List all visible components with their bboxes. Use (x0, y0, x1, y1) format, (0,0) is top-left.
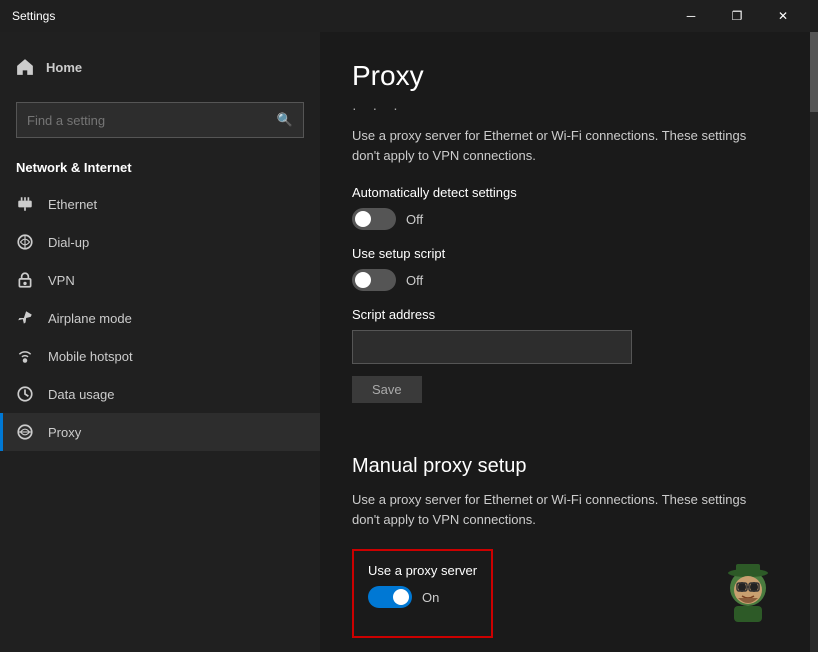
airplane-icon (16, 309, 34, 327)
auto-detect-label: Automatically detect settings (352, 185, 786, 200)
sidebar-item-proxy[interactable]: Proxy (0, 413, 320, 451)
close-button[interactable]: ✕ (760, 0, 806, 32)
airplane-label: Airplane mode (48, 311, 132, 326)
ethernet-icon (16, 195, 34, 213)
dialup-icon (16, 233, 34, 251)
sidebar-item-airplane[interactable]: Airplane mode (0, 299, 320, 337)
use-proxy-state: On (422, 590, 439, 605)
sidebar-item-home[interactable]: Home (16, 48, 304, 86)
script-address-input[interactable] (352, 330, 632, 364)
save-button[interactable]: Save (352, 376, 422, 403)
mascot-svg (714, 560, 782, 628)
sidebar-item-ethernet[interactable]: Ethernet (0, 185, 320, 223)
dialup-label: Dial-up (48, 235, 89, 250)
search-box[interactable]: 🔍 (16, 102, 304, 138)
proxy-highlight-box: Use a proxy server On (352, 549, 493, 638)
setup-script-toggle[interactable] (352, 269, 396, 291)
ethernet-label: Ethernet (48, 197, 97, 212)
title-bar: Settings ─ ❐ ✕ (0, 0, 818, 32)
use-proxy-knob (393, 589, 409, 605)
script-address-label: Script address (352, 307, 786, 322)
setup-script-knob (355, 272, 371, 288)
scrollbar-thumb[interactable] (810, 32, 818, 112)
setup-script-label: Use setup script (352, 246, 786, 261)
sidebar-item-vpn[interactable]: VPN (0, 261, 320, 299)
search-icon: 🔍 (277, 112, 293, 128)
sidebar: Home 🔍 Network & Internet Ethernet Dial-… (0, 32, 320, 652)
nav-section-label: Network & Internet (0, 154, 320, 185)
minimize-button[interactable]: ─ (668, 0, 714, 32)
use-proxy-label: Use a proxy server (368, 563, 477, 578)
vpn-label: VPN (48, 273, 75, 288)
sidebar-item-hotspot[interactable]: Mobile hotspot (0, 337, 320, 375)
manual-description: Use a proxy server for Ethernet or Wi-Fi… (352, 490, 772, 529)
use-proxy-toggle[interactable] (368, 586, 412, 608)
home-icon (16, 58, 34, 76)
section-dots: · · · (352, 100, 786, 116)
proxy-icon (16, 423, 34, 441)
page-title: Proxy (352, 60, 786, 92)
search-input[interactable] (27, 113, 269, 128)
auto-detect-state: Off (406, 212, 423, 227)
restore-button[interactable]: ❐ (714, 0, 760, 32)
main-panel: Proxy · · · Use a proxy server for Ether… (320, 32, 818, 652)
hotspot-icon (16, 347, 34, 365)
app-body: Home 🔍 Network & Internet Ethernet Dial-… (0, 32, 818, 652)
home-label: Home (46, 60, 82, 75)
sidebar-item-dialup[interactable]: Dial-up (0, 223, 320, 261)
mascot-image (714, 560, 782, 628)
auto-description: Use a proxy server for Ethernet or Wi-Fi… (352, 126, 772, 165)
window-controls: ─ ❐ ✕ (668, 0, 806, 32)
app-title: Settings (12, 9, 55, 23)
vpn-icon (16, 271, 34, 289)
scrollbar-track[interactable] (810, 32, 818, 652)
use-proxy-row: On (368, 586, 477, 608)
sidebar-item-datausage[interactable]: Data usage (0, 375, 320, 413)
sidebar-header: Home (0, 32, 320, 94)
setup-script-state: Off (406, 273, 423, 288)
datausage-label: Data usage (48, 387, 115, 402)
auto-detect-knob (355, 211, 371, 227)
auto-detect-row: Off (352, 208, 786, 230)
proxy-label: Proxy (48, 425, 81, 440)
datausage-icon (16, 385, 34, 403)
hotspot-label: Mobile hotspot (48, 349, 133, 364)
setup-script-row: Off (352, 269, 786, 291)
manual-heading: Manual proxy setup (352, 455, 786, 478)
auto-detect-toggle[interactable] (352, 208, 396, 230)
